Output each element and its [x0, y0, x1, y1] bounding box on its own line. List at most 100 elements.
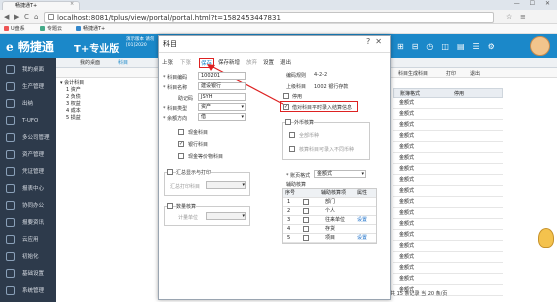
aux-row-checkbox[interactable]	[303, 217, 309, 223]
table-row[interactable]: 金额式	[393, 263, 503, 274]
aux-row-name: 项目	[325, 235, 336, 241]
aux-row-checkbox[interactable]	[303, 226, 309, 232]
next-button[interactable]: 下张	[180, 58, 191, 66]
summary-select[interactable]: ▾	[206, 181, 246, 189]
star-icon[interactable]: ☆	[506, 13, 512, 21]
sidebar-item[interactable]: T-UFO	[0, 113, 56, 129]
sidebar-item[interactable]: 凭证管理	[0, 164, 56, 180]
table-row[interactable]: 金额式	[393, 153, 503, 164]
aux-row[interactable]: 3 往来单位 设置	[283, 216, 376, 225]
tree-item[interactable]: 1 资产	[66, 87, 84, 94]
book-format-cell: 金额式	[399, 265, 415, 271]
aux-row-checkbox[interactable]	[303, 235, 309, 241]
currency-checkbox[interactable]	[285, 119, 291, 125]
url-input[interactable]: localhost:8081/tplus/view/portal/portal.…	[44, 12, 494, 23]
aux-row-checkbox[interactable]	[303, 199, 309, 205]
table-row[interactable]: 金额式	[393, 197, 503, 208]
tree-item[interactable]: 2 负债	[66, 94, 84, 101]
direction-value: 借	[201, 114, 207, 120]
assistant-robot-icon[interactable]	[538, 228, 554, 248]
table-row[interactable]: 金额式	[393, 274, 503, 285]
book-format-cell: 金额式	[399, 221, 415, 227]
table-row[interactable]: 金额式	[393, 120, 503, 131]
tab-subject[interactable]: 科目	[118, 59, 128, 66]
aux-row[interactable]: 5 项目 设置	[283, 234, 376, 243]
menu-icon[interactable]: ≡	[520, 13, 526, 21]
home-icon[interactable]: ⌂	[34, 13, 38, 21]
forward-icon[interactable]: ▶	[14, 13, 19, 21]
sidebar-item[interactable]: 多公司管理	[0, 130, 56, 146]
bookmark-2[interactable]: 专题云	[47, 25, 62, 32]
sidebar-item[interactable]: 协同办公	[0, 198, 56, 214]
cash-equiv-checkbox[interactable]	[178, 153, 184, 159]
multi-currency-checkbox[interactable]	[289, 146, 295, 152]
table-row[interactable]: 金额式	[393, 186, 503, 197]
name-input[interactable]: 建设银行	[198, 82, 246, 90]
cash-checkbox[interactable]	[178, 129, 184, 135]
sidebar-item[interactable]: 我的桌面	[0, 62, 56, 78]
table-row[interactable]: 金额式	[393, 109, 503, 120]
direction-select[interactable]: 借 ▾	[198, 113, 246, 121]
table-row[interactable]: 金额式	[393, 142, 503, 153]
sidebar-item[interactable]: 生产管理	[0, 79, 56, 95]
unit-label: 计量单位	[178, 215, 199, 221]
table-row[interactable]: 金额式	[393, 131, 503, 142]
tree-root[interactable]: ▾ 会计科目	[60, 80, 84, 87]
close-icon[interactable]: ✕	[375, 37, 387, 46]
bookmark-3[interactable]: 畅捷通T+	[83, 25, 105, 32]
tab-desktop[interactable]: 我的桌面	[80, 59, 100, 66]
table-row[interactable]: 金额式	[393, 241, 503, 252]
table-row[interactable]: 金额式	[393, 208, 503, 219]
close-tab-icon[interactable]: ×	[70, 1, 74, 7]
book-format-select[interactable]: 金额式 ▾	[314, 170, 366, 178]
tree-item[interactable]: 5 损益	[66, 115, 84, 122]
table-row[interactable]: 金额式	[393, 164, 503, 175]
table-row[interactable]: 金额式	[393, 175, 503, 186]
quantity-checkbox[interactable]	[167, 203, 173, 209]
table-row[interactable]: 金额式	[393, 219, 503, 230]
aux-row[interactable]: 1 部门	[283, 198, 376, 207]
assistant-avatar[interactable]	[530, 36, 550, 56]
browser-tab[interactable]: 畅捷通T+	[2, 1, 80, 10]
aux-row-checkbox[interactable]	[303, 208, 309, 214]
sidebar-item[interactable]: 云应用	[0, 232, 56, 248]
disable-checkbox[interactable]	[283, 93, 289, 99]
unit-select[interactable]: ▾	[206, 212, 246, 220]
settlement-checkbox[interactable]: ✓	[283, 104, 289, 110]
col-book-format: 账簿格式	[400, 91, 421, 97]
sidebar-item[interactable]: 初始化	[0, 249, 56, 265]
header-toolbar-icons[interactable]: ⊞⊟◷◫▤☰⚙	[397, 42, 503, 51]
sidebar-item[interactable]: 报要资讯	[0, 215, 56, 231]
print-button[interactable]: 打印	[446, 70, 456, 77]
help-icon[interactable]: ?	[366, 37, 375, 46]
sidebar-item[interactable]: 报表中心	[0, 181, 56, 197]
currency-group	[282, 122, 370, 160]
bookmark-1[interactable]: U盘系	[11, 25, 25, 32]
window-controls[interactable]: — ☐ ✕	[514, 0, 554, 7]
reload-icon[interactable]: C	[24, 13, 29, 21]
table-row[interactable]: 金额式	[393, 98, 503, 109]
sidebar-item[interactable]: 资产管理	[0, 147, 56, 163]
tree-item[interactable]: 3 权益	[66, 101, 84, 108]
sidebar-item[interactable]: 出纳	[0, 96, 56, 112]
table-row[interactable]: 金额式	[393, 230, 503, 241]
tree-item[interactable]: 4 成本	[66, 108, 84, 115]
all-currency-radio[interactable]	[289, 132, 295, 138]
exit-button[interactable]: 退出	[470, 70, 480, 77]
generate-button[interactable]: 科目生成科目	[398, 70, 428, 77]
code-input[interactable]: 100201	[198, 72, 246, 80]
type-select[interactable]: 资产 ▾	[198, 103, 246, 111]
dialog-controls[interactable]: ?✕	[366, 37, 387, 46]
aux-row-attr-link[interactable]: 设置	[357, 216, 367, 225]
table-row[interactable]: 金额式	[393, 252, 503, 263]
prev-button[interactable]: 上张	[162, 58, 173, 66]
summary-checkbox[interactable]	[167, 169, 173, 175]
bank-checkbox[interactable]: ✓	[178, 141, 184, 147]
mnemonic-input[interactable]: JSYH	[198, 93, 246, 101]
sidebar-item[interactable]: 基础设置	[0, 266, 56, 282]
sidebar-item[interactable]: 系统管理	[0, 283, 56, 299]
aux-row[interactable]: 4 存货	[283, 225, 376, 234]
aux-row[interactable]: 2 个人	[283, 207, 376, 216]
back-icon[interactable]: ◀	[4, 13, 9, 21]
aux-row-attr-link[interactable]: 设置	[357, 234, 367, 243]
